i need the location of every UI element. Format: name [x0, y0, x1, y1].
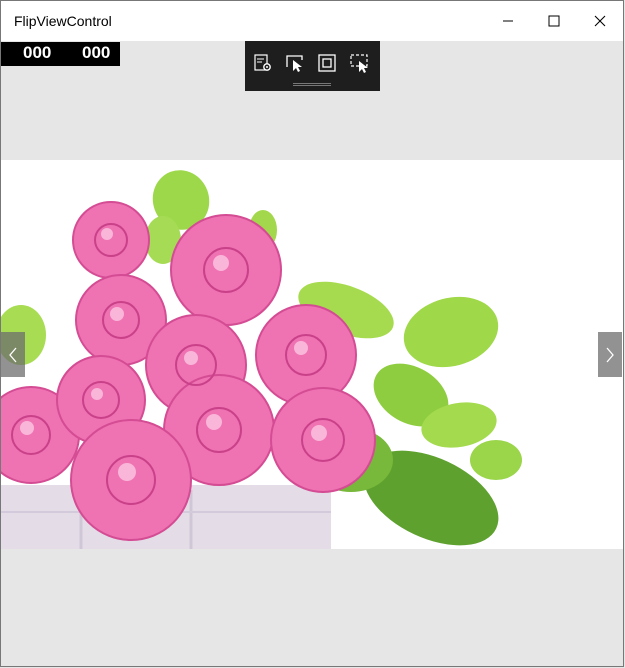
live-visual-tree-button[interactable]	[253, 53, 273, 73]
frame-counter-2: 000	[82, 43, 111, 62]
debug-toolbar	[245, 41, 380, 91]
window-title: FlipViewControl	[14, 13, 112, 29]
close-button[interactable]	[577, 1, 623, 41]
track-focus-button[interactable]	[349, 53, 369, 73]
toolbar-collapse-grip[interactable]	[293, 83, 331, 86]
live-visual-tree-icon	[254, 54, 271, 71]
close-icon	[594, 15, 606, 27]
frame-rate-counters: 000 000	[1, 42, 120, 66]
minimize-button[interactable]	[485, 1, 531, 41]
maximize-icon	[548, 15, 560, 27]
select-element-button[interactable]	[285, 53, 305, 73]
track-focus-icon	[350, 54, 368, 73]
previous-button[interactable]	[1, 332, 25, 377]
frame-counter-1: 000	[23, 43, 52, 62]
maximize-button[interactable]	[531, 1, 577, 41]
flipview-item[interactable]	[1, 160, 623, 549]
next-button[interactable]	[598, 332, 622, 377]
roses-image	[1, 170, 522, 549]
display-layout-adorners-icon	[318, 54, 336, 72]
minimize-icon	[503, 20, 513, 22]
title-bar[interactable]: FlipViewControl	[1, 1, 623, 41]
app-window: FlipViewControl 000 000	[0, 0, 624, 667]
display-layout-adorners-button[interactable]	[317, 53, 337, 73]
select-element-icon	[286, 55, 303, 72]
chevron-left-icon	[9, 347, 17, 362]
chevron-right-icon	[606, 347, 614, 362]
